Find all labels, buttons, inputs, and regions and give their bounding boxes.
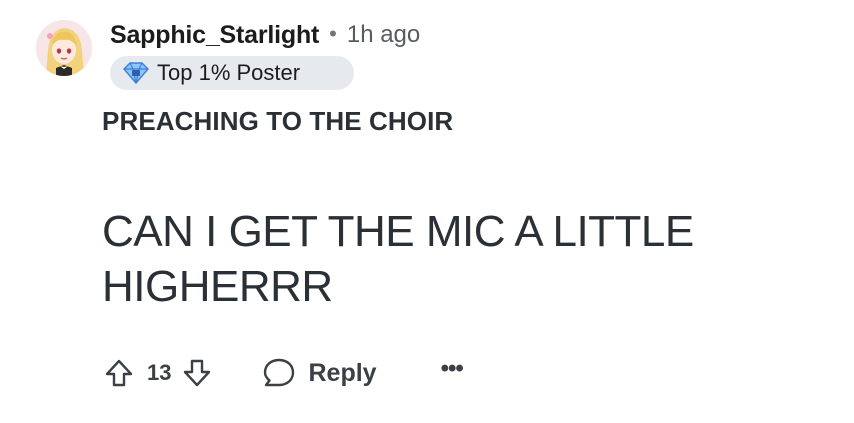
more-options-button[interactable]: ••• bbox=[441, 355, 464, 383]
chat-bubble-icon bbox=[262, 357, 296, 389]
user-flair-badge: Top 1% Poster bbox=[110, 56, 354, 90]
flair-label: Top 1% Poster bbox=[157, 60, 301, 85]
separator-dot: • bbox=[329, 21, 337, 46]
reply-button[interactable]: Reply bbox=[262, 357, 377, 389]
comment-title: PREACHING TO THE CHOIR bbox=[102, 106, 454, 136]
comment-body: CAN I GET THE MIC A LITTLE HIGHERRR bbox=[102, 207, 694, 311]
vote-score: 13 bbox=[147, 360, 172, 385]
arrow-up-icon[interactable] bbox=[104, 358, 134, 388]
comment-actions: 13 Reply ••• bbox=[104, 350, 464, 396]
comment-header: Sapphic_Starlight • 1h ago bbox=[110, 18, 420, 52]
comment: Sapphic_Starlight • 1h ago Top 1% Poster… bbox=[0, 0, 854, 423]
reply-label: Reply bbox=[308, 358, 377, 387]
timestamp[interactable]: 1h ago bbox=[347, 21, 420, 49]
arrow-down-icon[interactable] bbox=[182, 358, 212, 388]
avatar-image bbox=[36, 20, 92, 76]
diamond-trophy-icon bbox=[123, 62, 149, 85]
username-link[interactable]: Sapphic_Starlight bbox=[110, 21, 319, 50]
avatar[interactable] bbox=[36, 20, 92, 76]
